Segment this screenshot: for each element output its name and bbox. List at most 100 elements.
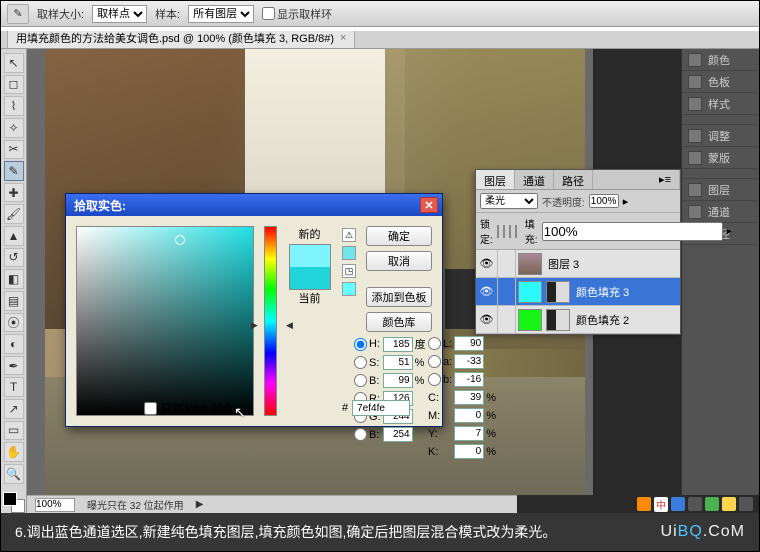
lab-b-input[interactable] (454, 372, 484, 387)
new-color-swatch[interactable] (290, 245, 330, 267)
color-swatches[interactable] (3, 492, 25, 514)
l-input[interactable] (454, 336, 484, 351)
zoom-input[interactable] (35, 498, 75, 512)
c-input[interactable] (454, 390, 484, 405)
crop-tool-icon[interactable]: ✂ (4, 140, 24, 160)
eye-icon[interactable]: 👁 (476, 250, 498, 277)
layer-mask-thumbnail[interactable] (546, 309, 570, 331)
a-input[interactable] (454, 354, 484, 369)
panel-adjustments[interactable]: 调整 (682, 125, 759, 147)
fill-input[interactable] (542, 222, 723, 241)
tray-icon[interactable] (671, 497, 685, 511)
b-radio[interactable]: B: (354, 374, 381, 387)
dropdown-icon[interactable]: ▸ (623, 195, 629, 208)
add-to-swatches-button[interactable]: 添加到色板 (366, 287, 432, 307)
dropdown-icon[interactable]: ▸ (727, 226, 732, 237)
color-libraries-button[interactable]: 颜色库 (366, 312, 432, 332)
foreground-swatch[interactable] (3, 492, 17, 506)
h-input[interactable] (383, 337, 413, 352)
ime-indicator[interactable]: 中 (654, 497, 668, 512)
s-input[interactable] (383, 355, 413, 370)
eraser-tool-icon[interactable]: ◧ (4, 269, 24, 289)
gradient-tool-icon[interactable]: ▤ (4, 291, 24, 311)
layer-row[interactable]: 👁 图层 3 (476, 250, 680, 278)
pen-tool-icon[interactable]: ✒ (4, 356, 24, 376)
show-sampling-ring-checkbox[interactable]: 显示取样环 (262, 6, 332, 22)
blur-tool-icon[interactable]: ⦿ (4, 313, 24, 333)
marquee-tool-icon[interactable]: ◻ (4, 75, 24, 95)
dialog-titlebar[interactable]: 拾取实色: ✕ (66, 194, 442, 216)
gamut-color-icon[interactable] (342, 246, 356, 260)
ok-button[interactable]: 确定 (366, 226, 432, 246)
lab-b-radio[interactable]: b: (428, 373, 452, 386)
new-current-swatch[interactable] (289, 244, 331, 290)
a-radio[interactable]: a: (428, 355, 452, 368)
opacity-input[interactable] (589, 194, 619, 208)
m-input[interactable] (454, 408, 484, 423)
s-radio[interactable]: S: (354, 356, 381, 369)
panel-layers[interactable]: 图层 (682, 179, 759, 201)
websafe-color-icon[interactable] (342, 282, 356, 296)
hue-slider[interactable] (264, 226, 277, 416)
brush-tool-icon[interactable]: 🖌 (4, 204, 24, 224)
lock-transparent-icon[interactable] (497, 225, 499, 238)
panel-styles[interactable]: 样式 (682, 93, 759, 115)
lock-position-icon[interactable] (509, 225, 511, 238)
zoom-tool-icon[interactable]: 🔍 (4, 464, 24, 484)
tray-icon[interactable] (722, 497, 736, 511)
lock-all-icon[interactable] (515, 225, 517, 238)
panel-channels[interactable]: 通道 (682, 201, 759, 223)
dodge-tool-icon[interactable]: ◐ (4, 334, 24, 354)
web-colors-only-checkbox[interactable]: 只有 Web 颜色 (144, 400, 234, 416)
current-color-swatch[interactable] (290, 267, 330, 289)
hand-tool-icon[interactable]: ✋ (4, 442, 24, 462)
stamp-tool-icon[interactable]: ▲ (4, 226, 24, 246)
saturation-value-field[interactable] (76, 226, 254, 416)
lock-pixels-icon[interactable] (503, 225, 505, 238)
rgb-b-radio[interactable]: B: (354, 428, 381, 441)
gamut-warning-icon[interactable]: ⚠ (342, 228, 356, 242)
tray-icon[interactable] (739, 497, 753, 511)
h-radio[interactable]: H: (354, 338, 381, 351)
sample-size-select[interactable]: 取样点 (92, 5, 147, 23)
close-icon[interactable]: × (340, 32, 346, 44)
cancel-button[interactable]: 取消 (366, 251, 432, 271)
tab-layers[interactable]: 图层 (476, 170, 515, 189)
y-input[interactable] (454, 426, 484, 441)
panel-swatches[interactable]: 色板 (682, 71, 759, 93)
tab-paths[interactable]: 路径 (554, 170, 593, 189)
layer-row[interactable]: 👁 颜色填充 3 (476, 278, 680, 306)
eye-icon[interactable]: 👁 (476, 278, 498, 305)
lasso-tool-icon[interactable]: ⌇ (4, 96, 24, 116)
l-radio[interactable]: L: (428, 337, 452, 350)
layer-thumbnail[interactable] (518, 281, 542, 303)
layer-row[interactable]: 👁 颜色填充 2 (476, 306, 680, 334)
tray-icon[interactable] (688, 497, 702, 511)
tab-channels[interactable]: 通道 (515, 170, 554, 189)
websafe-warning-icon[interactable]: ◳ (342, 264, 356, 278)
layer-thumbnail[interactable] (518, 253, 542, 275)
blend-mode-select[interactable]: 柔光 (480, 193, 538, 209)
tray-icon[interactable] (705, 497, 719, 511)
panel-color[interactable]: 颜色 (682, 49, 759, 71)
type-tool-icon[interactable]: T (4, 377, 24, 397)
panel-menu-icon[interactable]: ▸≡ (651, 170, 680, 189)
b-input[interactable] (383, 373, 413, 388)
k-input[interactable] (454, 444, 484, 459)
move-tool-icon[interactable]: ↖ (4, 53, 24, 73)
eyedropper-tool-icon[interactable]: ✎ (7, 4, 29, 24)
eye-icon[interactable]: 👁 (476, 306, 498, 333)
panel-masks[interactable]: 蒙版 (682, 147, 759, 169)
shape-tool-icon[interactable]: ▭ (4, 421, 24, 441)
rgb-b-input[interactable] (383, 427, 413, 442)
history-brush-tool-icon[interactable]: ↺ (4, 248, 24, 268)
eyedropper-tool-icon[interactable]: ✎ (4, 161, 24, 181)
heal-tool-icon[interactable]: ✚ (4, 183, 24, 203)
layer-thumbnail[interactable] (518, 309, 542, 331)
layer-mask-thumbnail[interactable] (546, 281, 570, 303)
tray-icon[interactable] (637, 497, 651, 511)
path-tool-icon[interactable]: ↗ (4, 399, 24, 419)
sample-target-select[interactable]: 所有图层 (188, 5, 254, 23)
wand-tool-icon[interactable]: ✧ (4, 118, 24, 138)
close-button[interactable]: ✕ (420, 197, 438, 213)
